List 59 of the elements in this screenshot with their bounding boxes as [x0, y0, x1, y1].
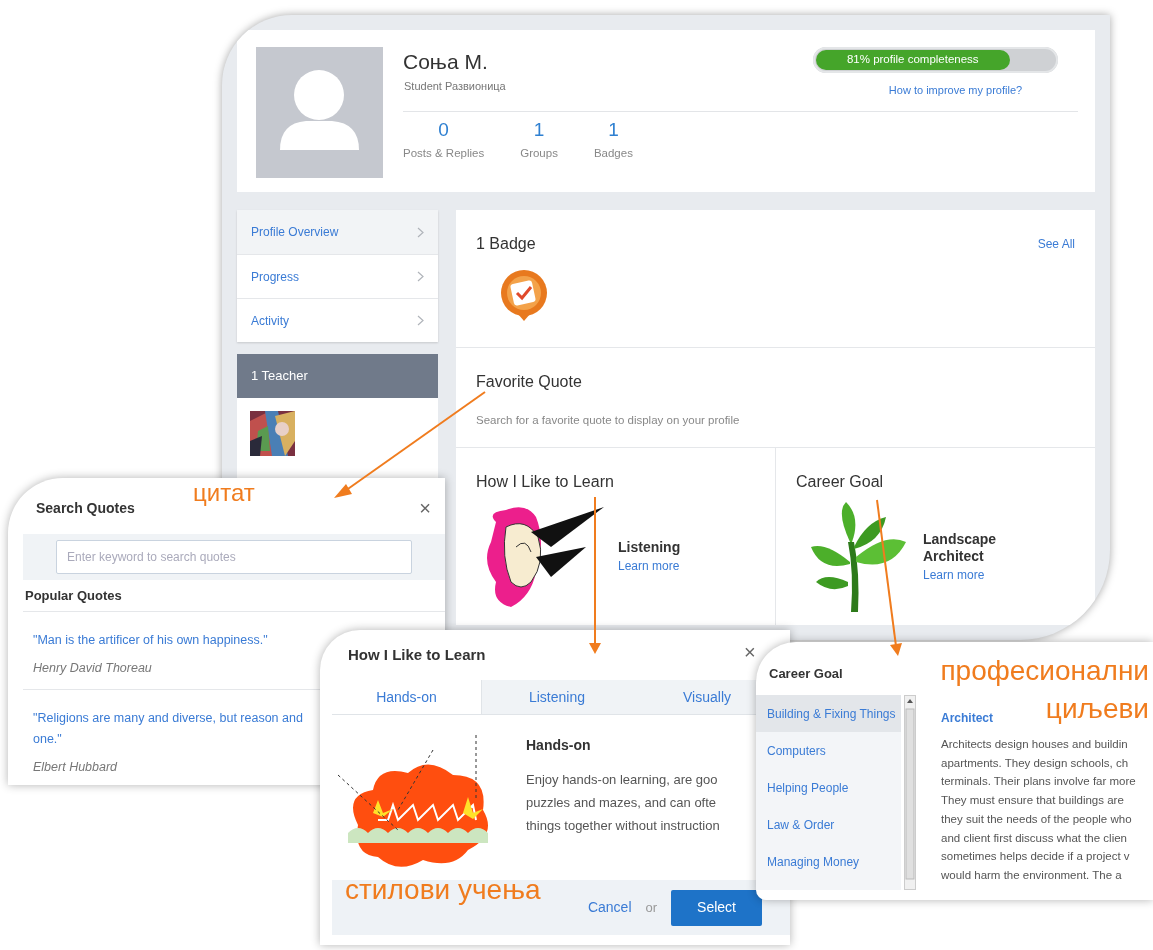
dialog-title: Search Quotes — [36, 498, 135, 518]
stat-value: 0 — [438, 118, 449, 142]
dialog-title: Career Goal — [768, 664, 843, 683]
quote-link[interactable]: "Religions are many and diverse, but reason and one." — [33, 708, 318, 751]
section-heading: Popular Quotes — [23, 580, 445, 613]
quote-author: Henry David Thoreau — [33, 660, 153, 678]
nav-item[interactable]: Profile Overview — [237, 210, 438, 254]
section-title: 1 Badge — [476, 234, 536, 254]
stat-label: Posts & Replies — [403, 145, 485, 161]
tab[interactable]: Hands-on — [332, 680, 482, 714]
category-item[interactable]: Building & Fixing Things — [756, 695, 901, 732]
quote-hint: Search for a favorite quote to display on your profile — [476, 413, 741, 428]
section-title: Favorite Quote — [476, 372, 583, 392]
category-item[interactable]: Law & Order — [756, 806, 901, 843]
profile-name: Соња М. — [403, 51, 489, 72]
section-title: How I Like to Learn — [476, 472, 615, 492]
card-value: Landscape Architect — [923, 530, 998, 566]
annotation-label: цитат — [193, 481, 255, 505]
search-field[interactable]: Enter keyword to search quotes — [56, 540, 412, 575]
close-button[interactable]: × — [419, 498, 431, 518]
badge-icon — [499, 268, 549, 322]
card-value: Listening — [618, 539, 682, 557]
tab[interactable]: Listening — [482, 680, 632, 714]
teacher-header: 1 Teacher — [237, 354, 438, 398]
description-text: Enjoy hands-on learning, are goo puzzles and mazes, and can ofte things together without instruction — [526, 771, 721, 835]
chevron-icon — [417, 315, 424, 326]
category-item[interactable]: Managing Money — [756, 843, 901, 880]
quote-author: Elbert Hubbard — [33, 759, 119, 777]
stat-label: Groups — [520, 145, 558, 161]
nav-item[interactable]: Progress — [237, 254, 438, 298]
see-all-link[interactable]: See All — [1037, 235, 1075, 253]
content-heading: Hands-on — [526, 736, 592, 755]
nav-item[interactable]: Activity — [237, 298, 438, 342]
content-heading: Architect — [941, 710, 993, 727]
stat-value: 1 — [533, 118, 545, 142]
category-item[interactable]: Helping People — [756, 769, 901, 806]
chevron-icon — [417, 226, 424, 238]
quote-link[interactable]: "Man is the artificer of his own happiness." — [33, 630, 318, 652]
or-text: or — [645, 898, 658, 917]
close-button[interactable]: × — [744, 642, 756, 662]
dialog-title: How I Like to Learn — [347, 644, 486, 665]
progress-label: 81% profile completeness — [846, 52, 979, 68]
chevron-icon — [417, 271, 424, 282]
category-item[interactable]: Computers — [756, 732, 901, 769]
scrollbar-icon — [904, 695, 916, 890]
section-title: Career Goal — [796, 472, 885, 492]
avatar-icon — [256, 47, 383, 178]
learn-more-link[interactable]: Learn more — [618, 556, 728, 575]
annotation-label: циљеви — [1045, 692, 1150, 726]
cancel-link[interactable]: Cancel — [587, 897, 632, 918]
annotation-label: професионални — [940, 654, 1150, 688]
stat-label: Badges — [593, 145, 633, 161]
select-button[interactable]: Select — [671, 889, 762, 926]
annotation-label: стилови учења — [345, 876, 541, 904]
improve-profile-link[interactable]: How to improve my profile? — [888, 82, 1023, 99]
learn-more-link[interactable]: Learn more — [923, 565, 1033, 584]
stat-value: 1 — [608, 118, 619, 142]
description-text: Architects design houses and buildin apartments. They design schools, ch terminals. Their plans involve far more They must ensure that buildings are they suit the needs of the people who and client first discuss what the clien sometimes helps decide if a project v would harm the environment. The a — [941, 737, 1136, 883]
profile-subtitle: Student Развионица — [403, 79, 506, 94]
